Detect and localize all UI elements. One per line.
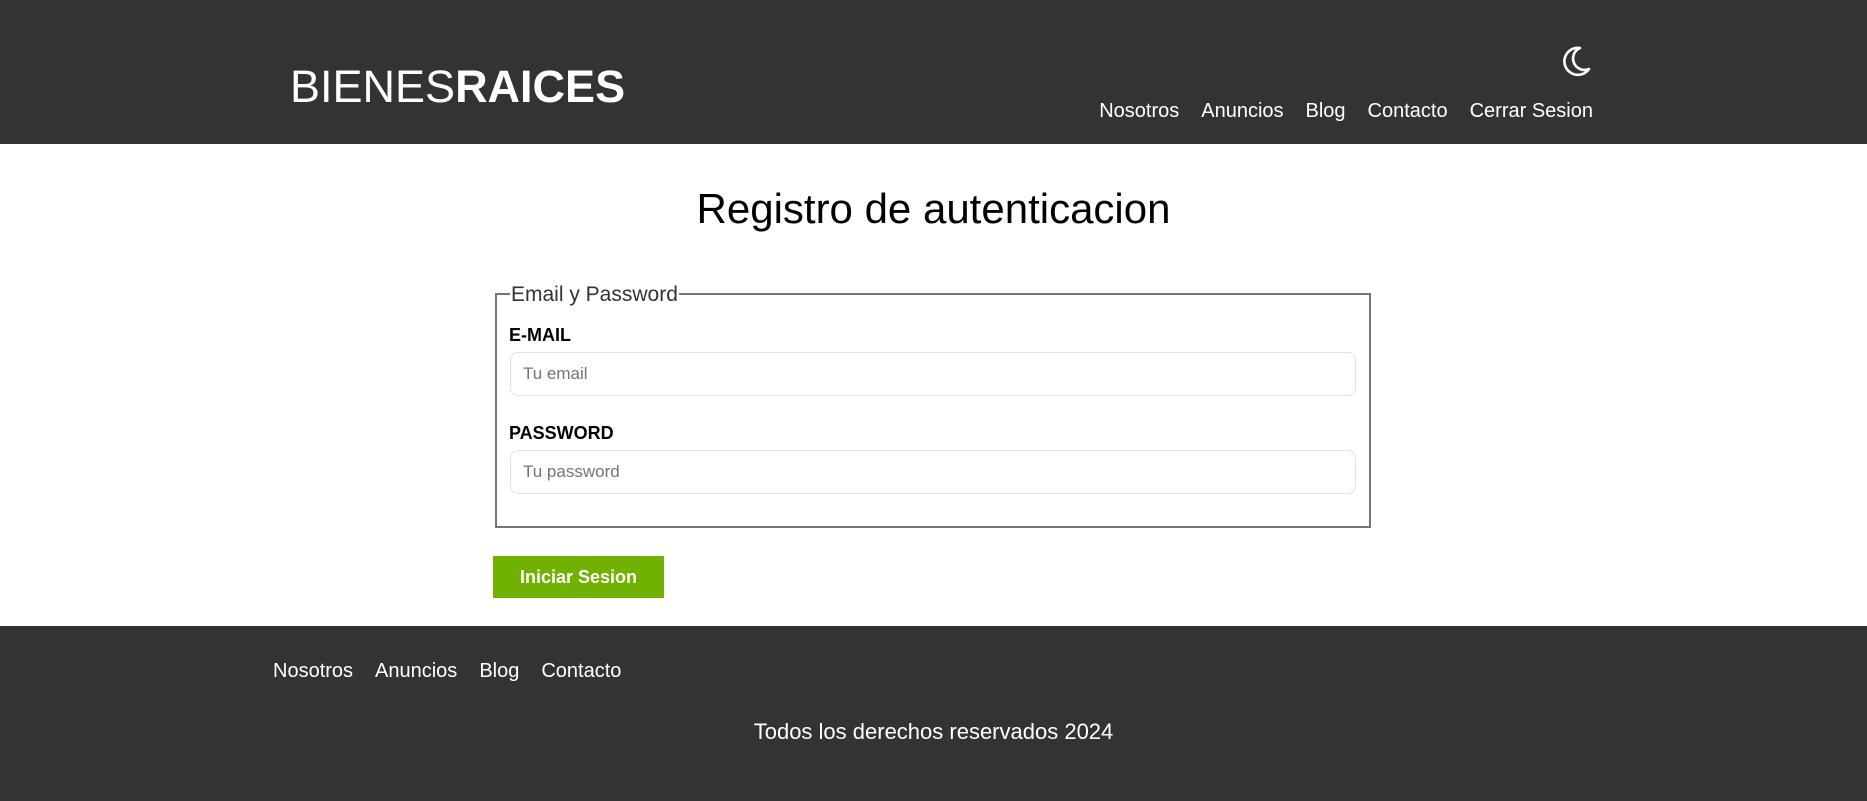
logo-light-text: BIENES xyxy=(290,61,456,112)
logo-bold-text: RAICES xyxy=(455,61,626,112)
password-label: PASSWORD xyxy=(509,423,614,443)
footer-link-anuncios[interactable]: Anuncios xyxy=(375,658,457,684)
credentials-fieldset: Email y Password E-MAIL PASSWORD xyxy=(495,282,1371,528)
footer-link-blog[interactable]: Blog xyxy=(479,658,519,684)
email-label: E-MAIL xyxy=(509,325,571,345)
site-header: BIENESRAICES Nosotros Anuncios Blog Cont… xyxy=(0,0,1867,144)
page-title: Registro de autenticacion xyxy=(696,185,1171,232)
fieldset-legend: Email y Password xyxy=(510,282,679,308)
footer-nav: Nosotros Anuncios Blog Contacto xyxy=(273,658,621,684)
site-footer: Nosotros Anuncios Blog Contacto Todos lo… xyxy=(0,626,1867,801)
nav-link-blog[interactable]: Blog xyxy=(1306,98,1346,124)
header-nav: Nosotros Anuncios Blog Contacto Cerrar S… xyxy=(1099,98,1593,124)
password-field[interactable] xyxy=(510,450,1356,494)
nav-link-contacto[interactable]: Contacto xyxy=(1368,98,1448,124)
footer-link-nosotros[interactable]: Nosotros xyxy=(273,658,353,684)
email-field[interactable] xyxy=(510,352,1356,396)
copyright-text: Todos los derechos reservados 2024 xyxy=(753,719,1114,744)
nav-link-cerrar-sesion[interactable]: Cerrar Sesion xyxy=(1470,98,1593,124)
nav-link-nosotros[interactable]: Nosotros xyxy=(1099,98,1179,124)
footer-link-contacto[interactable]: Contacto xyxy=(541,658,621,684)
site-logo[interactable]: BIENESRAICES xyxy=(290,61,625,113)
moon-icon[interactable] xyxy=(1558,43,1594,79)
nav-link-anuncios[interactable]: Anuncios xyxy=(1201,98,1283,124)
login-button[interactable]: Iniciar Sesion xyxy=(493,556,664,598)
